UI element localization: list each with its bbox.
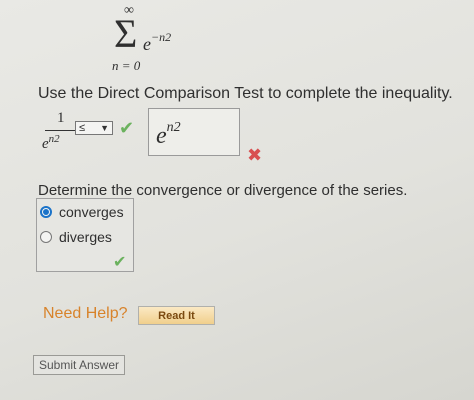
chevron-down-icon: ▼ bbox=[100, 123, 109, 133]
read-it-button[interactable]: Read It bbox=[138, 306, 215, 325]
instruction-text: Use the Direct Comparison Test to comple… bbox=[38, 85, 453, 102]
series-term: e−n2 bbox=[143, 30, 171, 55]
answer-value: en2 bbox=[156, 120, 181, 150]
radio-unselected-icon[interactable] bbox=[40, 231, 52, 243]
answer-base: e bbox=[156, 123, 167, 149]
denominator-base: e bbox=[42, 136, 49, 152]
option-label: diverges bbox=[59, 229, 112, 245]
option-label: converges bbox=[59, 204, 124, 220]
fraction-numerator: 1 bbox=[57, 110, 65, 126]
option-converges[interactable]: converges bbox=[40, 204, 124, 220]
radio-selected-icon[interactable] bbox=[40, 206, 52, 218]
question-text: Determine the convergence or divergence … bbox=[38, 182, 408, 199]
series-term-exponent: −n2 bbox=[151, 30, 172, 44]
fraction-denominator: en2 bbox=[42, 133, 60, 153]
submit-answer-button[interactable]: Submit Answer bbox=[33, 355, 125, 375]
correct-check-icon: ✔ bbox=[113, 254, 127, 271]
need-help-label: Need Help? bbox=[43, 305, 128, 322]
incorrect-x-icon: ✖ bbox=[247, 145, 263, 165]
inequality-select[interactable]: ≤ ▼ bbox=[75, 121, 113, 135]
answer-exponent: n2 bbox=[166, 120, 181, 135]
fraction-bar bbox=[45, 130, 75, 131]
sum-lower-limit: n = 0 bbox=[112, 58, 141, 73]
option-diverges[interactable]: diverges bbox=[40, 229, 112, 245]
inequality-select-value: ≤ bbox=[79, 122, 86, 134]
series-term-base: e bbox=[143, 34, 151, 54]
correct-check-icon: ✔ bbox=[119, 118, 135, 138]
sigma-symbol: Σ bbox=[114, 11, 138, 56]
denominator-exponent: n2 bbox=[48, 133, 60, 145]
